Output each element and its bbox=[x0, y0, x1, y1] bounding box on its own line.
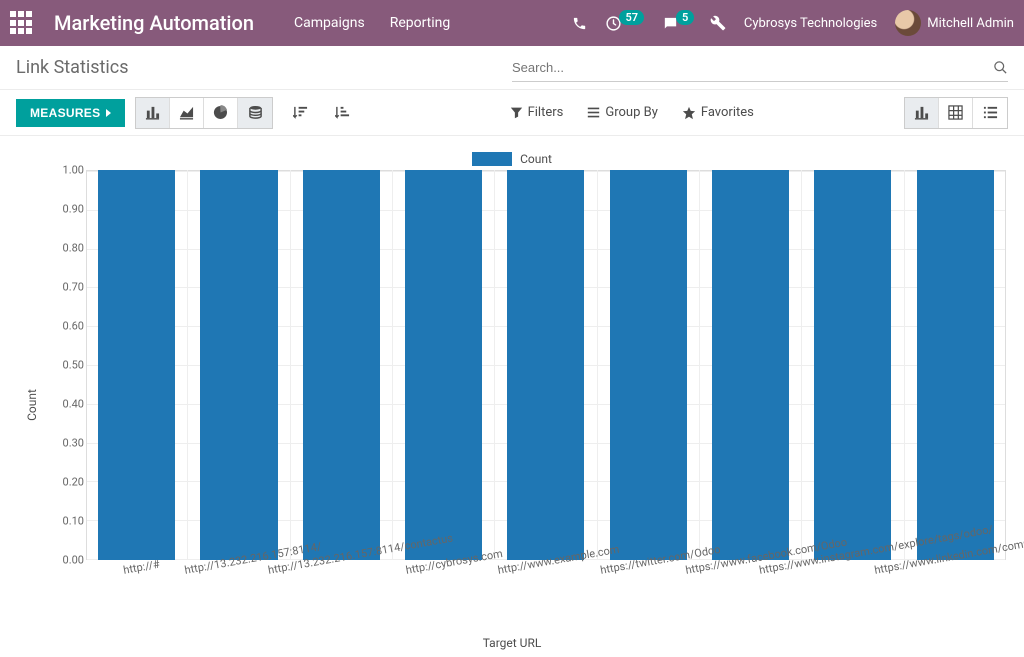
y-tick-label: 0.00 bbox=[63, 554, 84, 567]
search-icon[interactable] bbox=[993, 60, 1008, 75]
discuss-badge: 5 bbox=[676, 10, 694, 25]
breadcrumb: Link Statistics bbox=[16, 57, 129, 78]
list-view-button[interactable] bbox=[973, 98, 1007, 128]
search-wrap bbox=[512, 54, 1008, 82]
x-ticks: http://#http://13.232.216.157:8114/http:… bbox=[86, 560, 1006, 640]
legend-swatch bbox=[472, 152, 512, 166]
y-tick-label: 1.00 bbox=[63, 164, 84, 177]
y-tick-label: 0.30 bbox=[63, 437, 84, 450]
top-nav: Marketing Automation Campaigns Reporting… bbox=[0, 0, 1024, 46]
nav-campaigns[interactable]: Campaigns bbox=[294, 15, 365, 31]
bar[interactable] bbox=[98, 170, 175, 560]
discuss-icon[interactable]: 5 bbox=[662, 15, 694, 32]
filters-menu[interactable]: Filters bbox=[510, 105, 564, 120]
y-tick-label: 0.70 bbox=[63, 281, 84, 294]
bar[interactable] bbox=[200, 170, 277, 560]
chart-type-group bbox=[135, 97, 273, 129]
settings-icon[interactable]: ✕ bbox=[712, 14, 726, 32]
activities-icon[interactable]: 57 bbox=[605, 15, 644, 32]
filters-group: Filters Group By Favorites bbox=[510, 105, 754, 120]
y-ticks: 0.000.100.200.300.400.500.600.700.800.90… bbox=[50, 170, 84, 560]
avatar-icon bbox=[895, 10, 921, 36]
chart-canvas: Count 0.000.100.200.300.400.500.600.700.… bbox=[56, 170, 1006, 640]
groupby-menu[interactable]: Group By bbox=[587, 105, 658, 120]
chart-bars bbox=[86, 170, 1006, 560]
user-name: Mitchell Admin bbox=[927, 16, 1014, 31]
favorites-menu[interactable]: Favorites bbox=[682, 105, 754, 120]
pivot-view-button[interactable] bbox=[939, 98, 973, 128]
groupby-label: Group By bbox=[605, 105, 658, 120]
bar[interactable] bbox=[712, 170, 789, 560]
activities-badge: 57 bbox=[619, 10, 644, 25]
favorites-label: Favorites bbox=[701, 105, 754, 120]
bar[interactable] bbox=[405, 170, 482, 560]
apps-icon[interactable] bbox=[10, 11, 34, 35]
y-tick-label: 0.20 bbox=[63, 476, 84, 489]
user-menu[interactable]: Mitchell Admin bbox=[895, 10, 1014, 36]
y-tick-label: 0.80 bbox=[63, 242, 84, 255]
view-switcher bbox=[904, 97, 1008, 129]
bar-chart-button[interactable] bbox=[136, 98, 170, 128]
y-tick-label: 0.50 bbox=[63, 359, 84, 372]
control-panel-top: Link Statistics bbox=[0, 46, 1024, 90]
bar[interactable] bbox=[610, 170, 687, 560]
graph-view-button[interactable] bbox=[905, 98, 939, 128]
nav-reporting[interactable]: Reporting bbox=[390, 15, 451, 31]
bar[interactable] bbox=[507, 170, 584, 560]
bar[interactable] bbox=[303, 170, 380, 560]
y-axis-label: Count bbox=[25, 389, 39, 421]
legend-label: Count bbox=[520, 152, 552, 166]
measures-button[interactable]: MEASURES bbox=[16, 99, 125, 127]
sort-group bbox=[283, 98, 359, 128]
y-tick-label: 0.60 bbox=[63, 320, 84, 333]
pie-chart-button[interactable] bbox=[204, 98, 238, 128]
phone-icon[interactable] bbox=[572, 16, 587, 31]
app-brand: Marketing Automation bbox=[54, 11, 254, 35]
measures-label: MEASURES bbox=[30, 106, 100, 120]
nav-right: 57 5 ✕ Cybrosys Technologies Mitchell Ad… bbox=[572, 10, 1014, 36]
filters-label: Filters bbox=[528, 105, 564, 120]
x-tick-label: http://# bbox=[122, 558, 160, 577]
control-panel-bottom: MEASURES Filters Group By bbox=[0, 90, 1024, 136]
sort-desc-button[interactable] bbox=[283, 98, 317, 128]
y-tick-label: 0.10 bbox=[63, 515, 84, 528]
chart-legend: Count bbox=[10, 152, 1014, 166]
y-tick-label: 0.90 bbox=[63, 203, 84, 216]
y-tick-label: 0.40 bbox=[63, 398, 84, 411]
caret-right-icon bbox=[106, 109, 111, 117]
bar[interactable] bbox=[814, 170, 891, 560]
nav-links: Campaigns Reporting bbox=[294, 15, 450, 31]
bar[interactable] bbox=[917, 170, 994, 560]
stacked-button[interactable] bbox=[238, 98, 272, 128]
chart-container: Count Count 0.00 0.10 0.20 0.30 0.40 0.50 0.60… bbox=[0, 136, 1024, 650]
company-name[interactable]: Cybrosys Technologies bbox=[744, 16, 877, 31]
sort-asc-button[interactable] bbox=[325, 98, 359, 128]
search-input[interactable] bbox=[512, 54, 987, 81]
line-chart-button[interactable] bbox=[170, 98, 204, 128]
